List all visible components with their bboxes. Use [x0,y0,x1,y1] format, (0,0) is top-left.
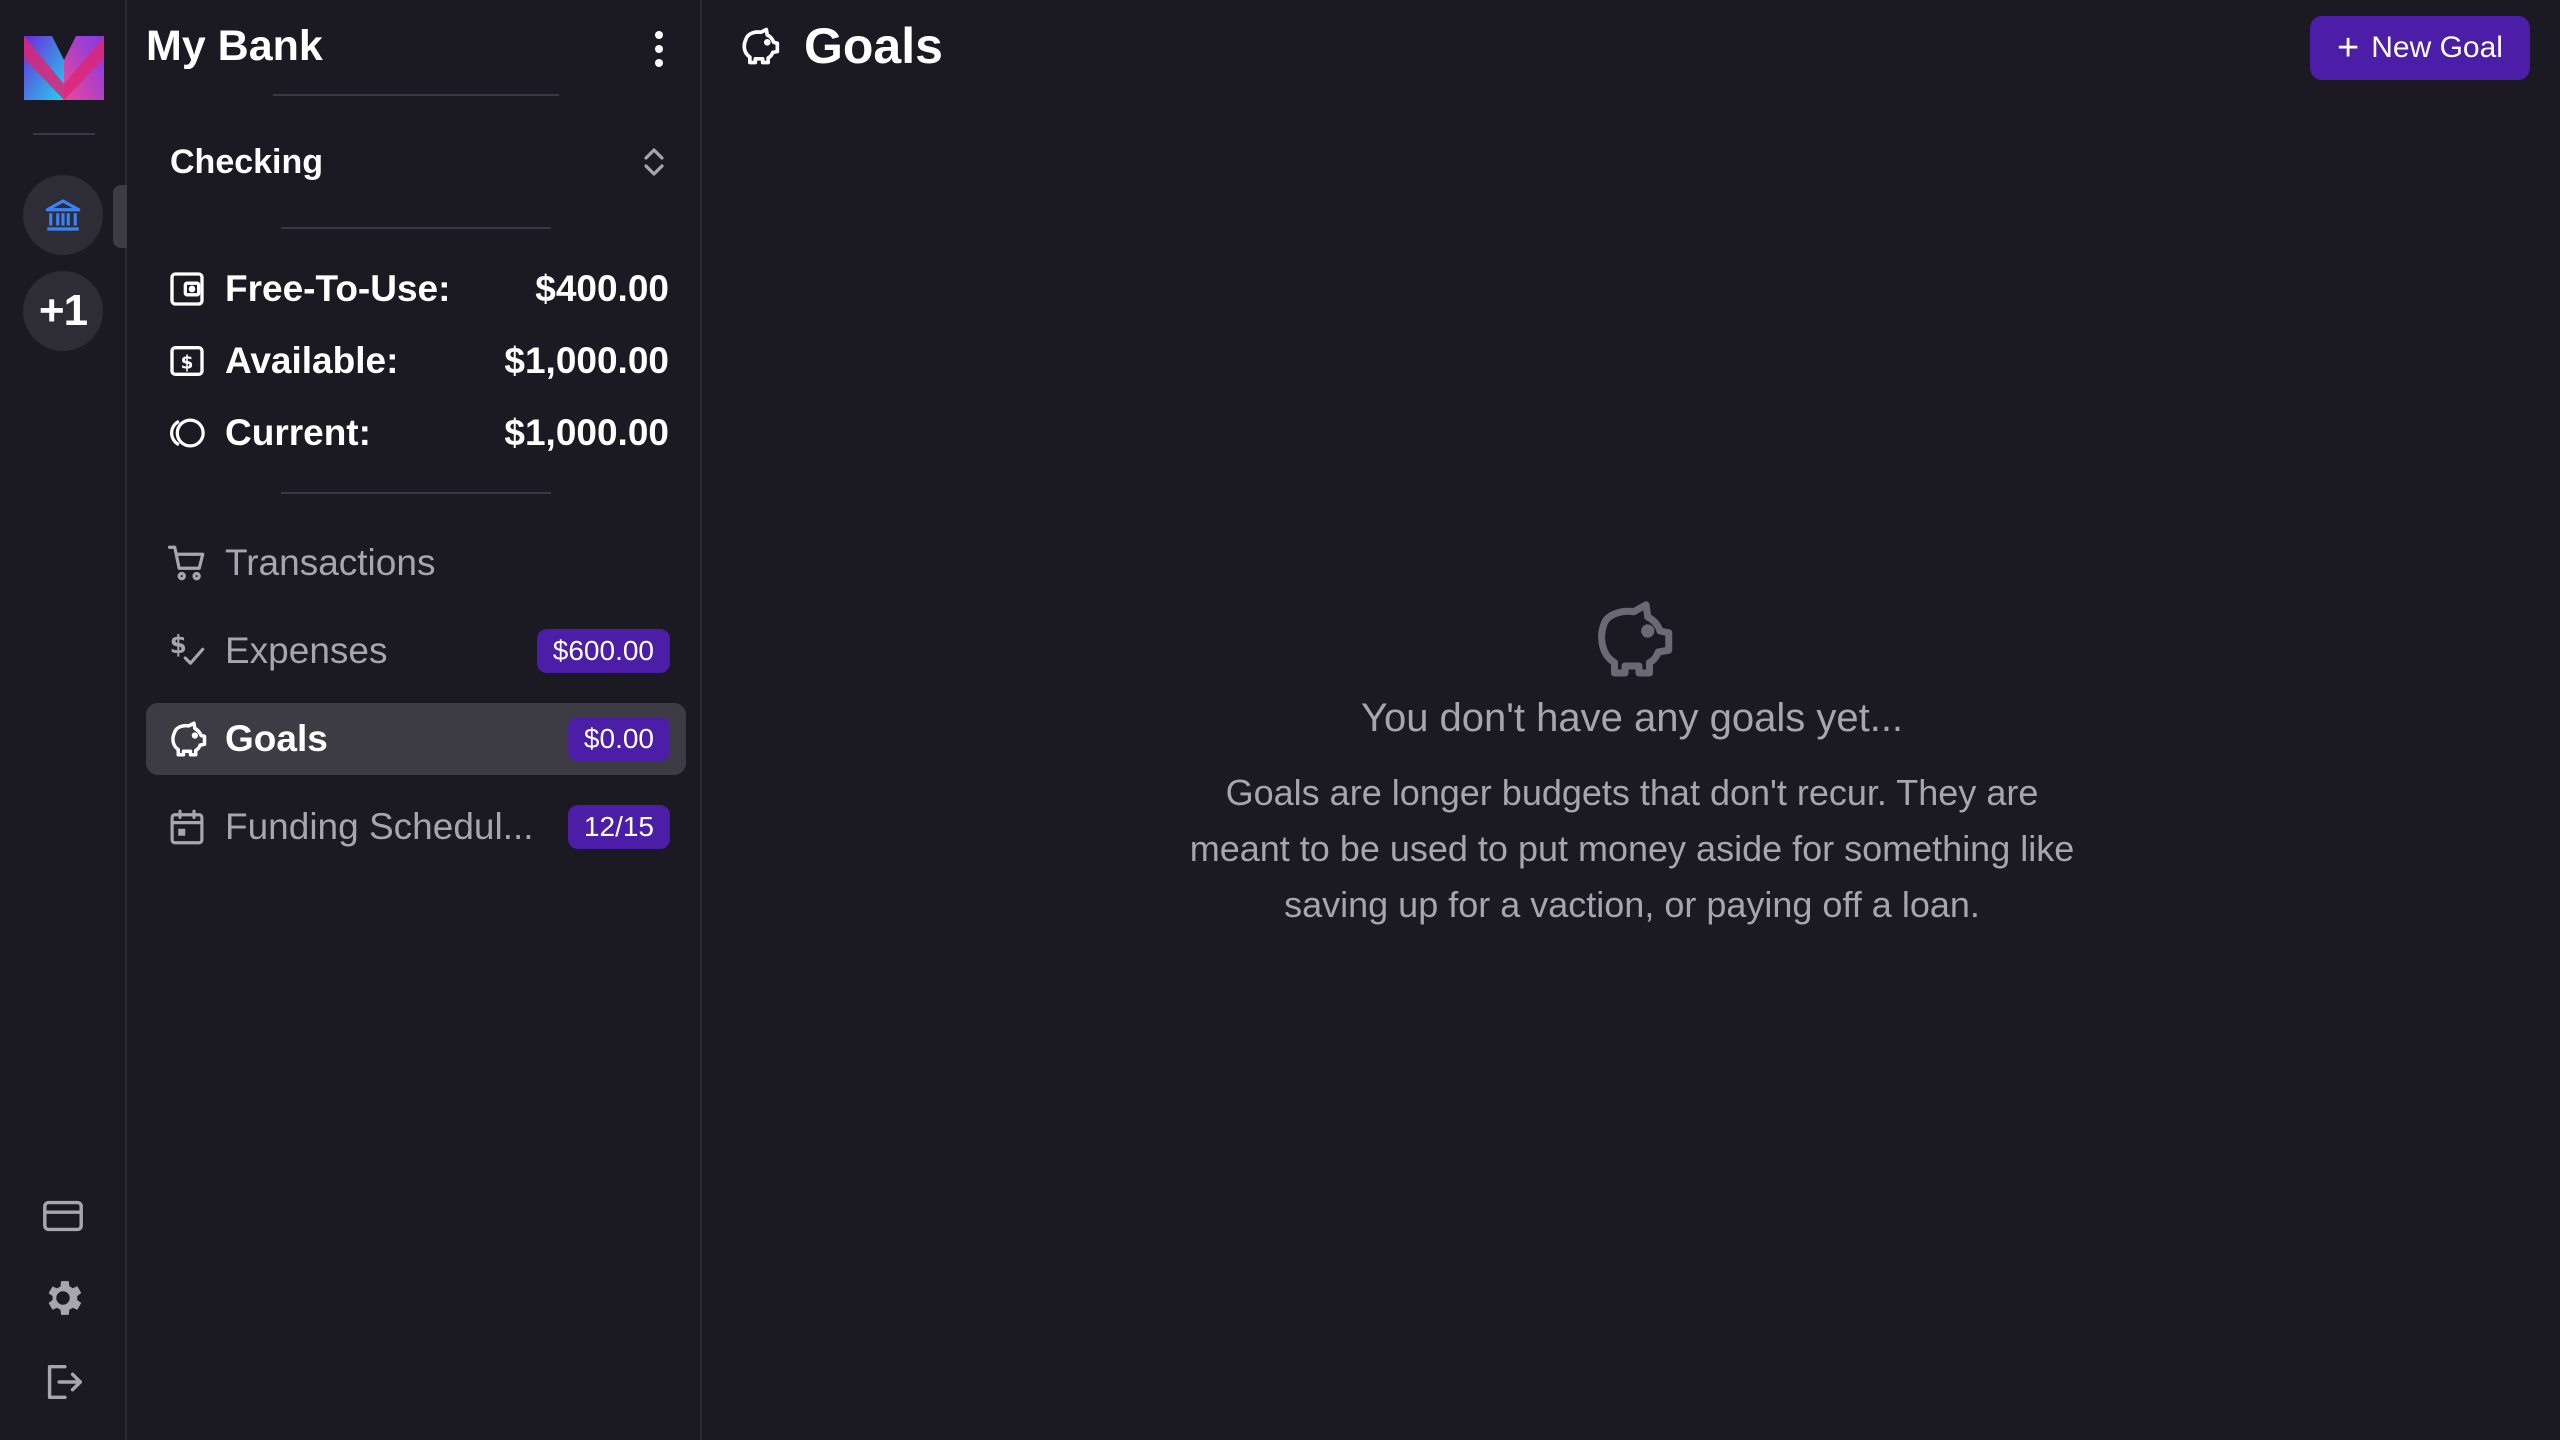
account-select-value: Checking [170,142,324,181]
logout-button[interactable] [38,1357,88,1407]
empty-state-description: Goals are longer budgets that don't recu… [1189,772,2075,925]
dollar-check-icon: $ [165,629,209,673]
piggy-bank-icon [165,717,209,761]
nav-badge: $600.00 [536,629,670,673]
bank-menu-button[interactable] [641,26,677,72]
icon-rail: +1 [0,0,127,1440]
nav-label: Transactions [225,542,436,583]
piggy-bank-icon [736,23,782,69]
rail-divider [33,133,95,135]
shopping-cart-icon [165,541,209,585]
account-select[interactable]: Checking [146,135,686,189]
new-goal-label: New Goal [2371,31,2503,64]
sidebar-divider [281,492,551,494]
nav-funding-schedules[interactable]: Funding Schedul... 12/15 [146,791,686,863]
empty-state: You don't have any goals yet... Goals ar… [704,596,2560,933]
balance-free-to-use: Free-To-Use: $400.00 [165,261,669,317]
account-sidebar: My Bank Checking Free-To-Use: $400.00 $ … [129,0,702,1440]
balance-available: $ Available: $1,000.00 [165,333,669,389]
balance-label: Current: [225,412,371,453]
balance-value: $1,000.00 [504,412,669,453]
nav-transactions[interactable]: Transactions [146,527,686,599]
logout-icon [47,1364,82,1400]
svg-text:$: $ [181,353,194,374]
active-bank-indicator [113,185,127,248]
dollar-bill-icon: $ [165,339,209,383]
billing-button[interactable] [38,1191,88,1241]
bank-icon [45,199,81,231]
balance-current: Current: $1,000.00 [165,405,669,461]
sidebar-divider [273,94,559,96]
main-content: Goals + New Goal You don't have any goal… [704,0,2560,1440]
balance-value: $400.00 [535,268,669,309]
nav-expenses[interactable]: $ Expenses $600.00 [146,615,686,687]
new-goal-button[interactable]: + New Goal [2310,16,2530,80]
piggy-bank-icon [1598,601,1673,677]
page-title: Goals [804,18,943,74]
nav-badge: $0.00 [567,717,670,761]
empty-state-title: You don't have any goals yet... [1360,696,1904,740]
gear-icon [48,1281,82,1315]
add-bank-label: +1 [38,286,88,335]
bank-name: My Bank [146,22,323,70]
kebab-menu-icon [655,31,663,67]
balance-label: Available: [225,340,399,381]
bank-switch-button[interactable] [23,175,103,255]
chevron-up-down-icon [644,148,664,176]
add-bank-button[interactable]: +1 [23,271,103,351]
svg-text:$: $ [170,630,187,659]
nav-label: Funding Schedul... [225,806,534,847]
balance-label: Free-To-Use: [225,268,451,309]
wallet-icon [165,267,209,311]
coins-icon [165,411,209,455]
page-header: Goals [736,18,943,74]
plus-icon: + [2337,27,2360,69]
nav-badge: 12/15 [567,805,670,849]
balance-value: $1,000.00 [504,340,669,381]
app-window: +1 My Bank Checking Free-To-Use: $400.00… [0,0,2560,1440]
nav-goals[interactable]: Goals $0.00 [146,703,686,775]
calendar-icon [165,805,209,849]
sidebar-divider [281,227,551,229]
nav-label: Expenses [225,630,388,671]
credit-card-icon [43,1200,83,1232]
nav-label: Goals [225,718,328,759]
settings-button[interactable] [38,1273,88,1323]
logo[interactable] [22,32,106,104]
